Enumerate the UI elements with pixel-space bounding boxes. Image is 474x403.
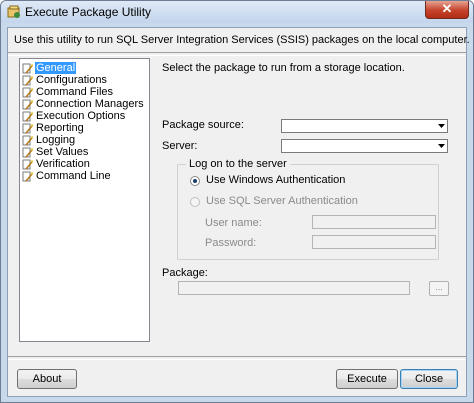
package-source-label: Package source: xyxy=(162,119,244,131)
about-button[interactable]: About xyxy=(17,369,77,389)
password-input[interactable] xyxy=(312,235,436,249)
nav-item-label: Configurations xyxy=(36,74,107,86)
page-wand-icon xyxy=(22,123,33,133)
window-title: Execute Package Utility xyxy=(25,5,152,19)
chevron-down-icon[interactable] xyxy=(435,120,447,132)
username-input[interactable] xyxy=(312,215,436,229)
page-wand-icon xyxy=(22,171,33,181)
nav-item-label: Verification xyxy=(36,158,90,170)
close-button-label: Close xyxy=(414,373,444,385)
close-button[interactable]: Close xyxy=(400,369,458,389)
nav-item-label: Execution Options xyxy=(36,110,126,122)
password-label: Password: xyxy=(205,237,257,249)
page-wand-icon xyxy=(22,135,33,145)
logon-group-title: Log on to the server xyxy=(186,158,290,170)
nav-item-label: Connection Managers xyxy=(36,98,144,110)
title-bar[interactable]: Execute Package Utility ✕ xyxy=(1,1,473,23)
sql-auth-label[interactable]: Use SQL Server Authentication xyxy=(206,195,358,207)
close-icon: ✕ xyxy=(441,1,453,16)
page-wand-icon xyxy=(22,87,33,97)
nav-item-label: Logging xyxy=(36,134,76,146)
window-close-button[interactable]: ✕ xyxy=(425,1,469,19)
panel-instruction: Select the package to run from a storage… xyxy=(162,62,405,74)
page-navigation-list[interactable]: General Configurations Command Files Con… xyxy=(19,58,150,342)
ellipsis-icon: ... xyxy=(435,282,443,292)
page-wand-icon xyxy=(22,111,33,121)
package-label: Package: xyxy=(162,267,208,279)
execute-package-utility-window: Execute Package Utility ✕ Use this utili… xyxy=(0,0,474,403)
header-divider xyxy=(8,52,466,56)
nav-item-command-line[interactable]: Command Line xyxy=(22,170,112,182)
package-app-icon xyxy=(7,5,20,18)
nav-item-command-files[interactable]: Command Files xyxy=(22,86,114,98)
package-source-combobox[interactable] xyxy=(281,119,448,133)
nav-item-label: General xyxy=(35,62,77,74)
nav-item-label: Command Line xyxy=(36,170,111,182)
logon-groupbox: Log on to the server Use Windows Authent… xyxy=(177,158,439,260)
dialog-client-area: Use this utility to run SQL Server Integ… xyxy=(7,27,470,397)
package-path-input[interactable] xyxy=(178,281,410,295)
page-wand-icon xyxy=(22,147,33,157)
server-combobox[interactable] xyxy=(281,139,448,153)
utility-description: Use this utility to run SQL Server Integ… xyxy=(14,34,470,46)
nav-item-set-values[interactable]: Set Values xyxy=(22,146,89,158)
nav-item-reporting[interactable]: Reporting xyxy=(22,122,85,134)
nav-item-execution-options[interactable]: Execution Options xyxy=(22,110,126,122)
nav-item-connection-managers[interactable]: Connection Managers xyxy=(22,98,145,110)
execute-button-label: Execute xyxy=(347,373,387,385)
windows-auth-label[interactable]: Use Windows Authentication xyxy=(206,174,345,186)
page-wand-icon xyxy=(22,99,33,109)
server-label: Server: xyxy=(162,140,198,152)
execute-button[interactable]: Execute xyxy=(336,369,398,389)
username-label: User name: xyxy=(205,217,262,229)
browse-package-button[interactable]: ... xyxy=(429,281,449,296)
page-wand-icon xyxy=(22,159,33,169)
nav-item-verification[interactable]: Verification xyxy=(22,158,91,170)
windows-auth-radio[interactable] xyxy=(190,176,200,186)
nav-item-general[interactable]: General xyxy=(22,62,77,74)
footer-divider xyxy=(8,356,466,360)
nav-item-label: Command Files xyxy=(36,86,114,98)
about-button-label: About xyxy=(32,373,62,385)
chevron-down-icon[interactable] xyxy=(435,140,447,152)
nav-item-label: Set Values xyxy=(36,146,89,158)
nav-item-logging[interactable]: Logging xyxy=(22,134,76,146)
sql-auth-radio[interactable] xyxy=(190,197,200,207)
page-wand-icon xyxy=(22,63,33,73)
page-wand-icon xyxy=(22,75,33,85)
nav-item-configurations[interactable]: Configurations xyxy=(22,74,108,86)
nav-item-label: Reporting xyxy=(36,122,84,134)
